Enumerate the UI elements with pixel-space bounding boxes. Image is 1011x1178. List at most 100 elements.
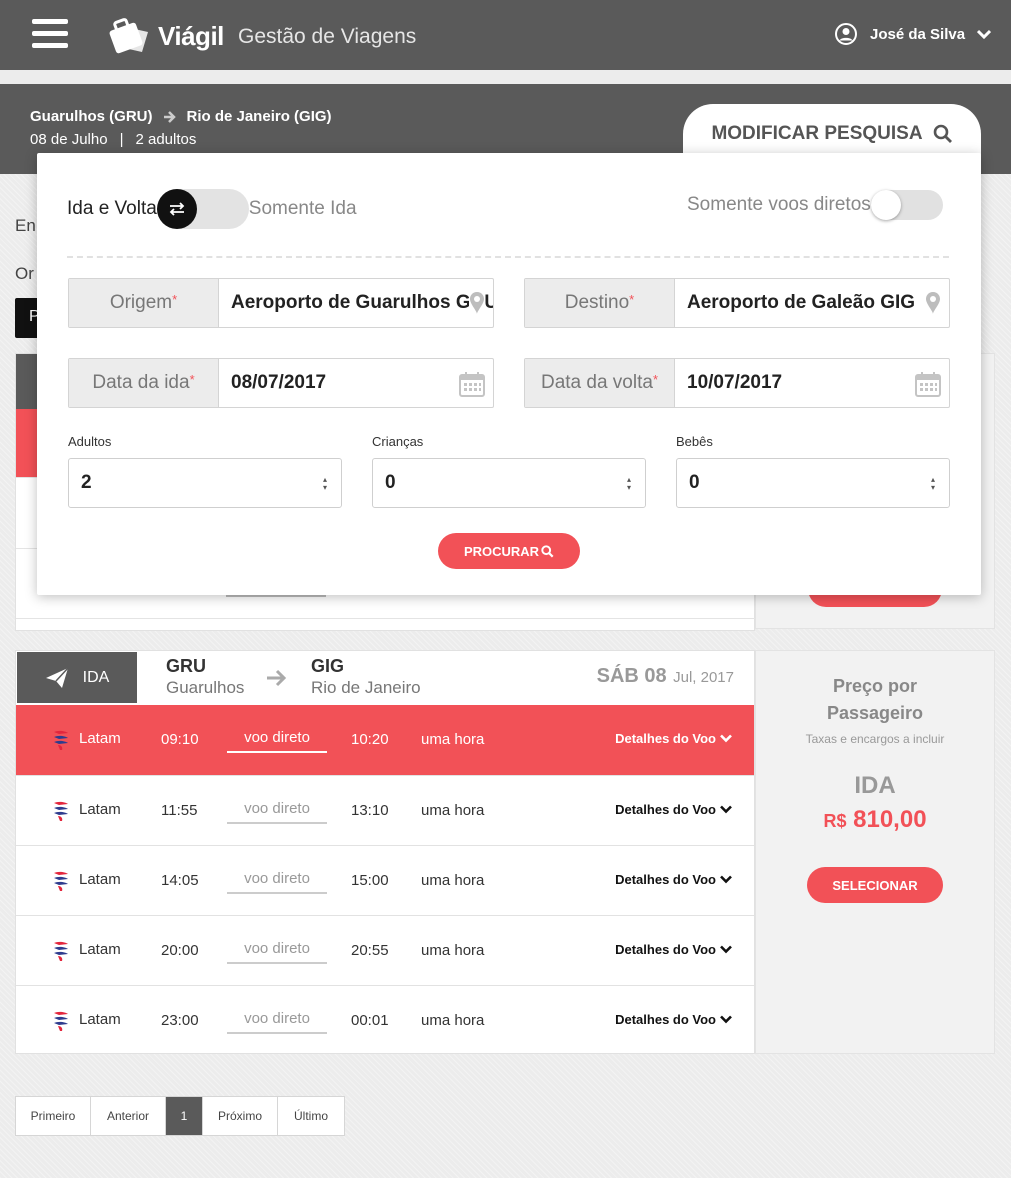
flight-details-label: Detalhes do Voo [615,731,716,746]
flight-date-month-year: Jul, 2017 [673,669,734,686]
pagination-last[interactable]: Último [278,1097,344,1135]
trip-type-toggle[interactable]: Ida e Volta Somente Ida [67,189,357,229]
flight-date-day: SÁB 08 [596,665,667,687]
search-form-panel: Ida e Volta Somente Ida Somente voos dir… [37,153,981,595]
flight-details-link[interactable]: Detalhes do Voo [615,872,732,887]
origin-field[interactable]: Origem * Aeroporto de Guarulhos GRU [68,278,494,328]
infants-select[interactable]: 0 ▴ ▾ [676,458,950,508]
menu-icon[interactable] [32,19,68,49]
chevron-down-icon [716,945,732,954]
direct-flights-toggle[interactable]: Somente voos diretos [687,190,943,220]
destination-field[interactable]: Destino * Aeroporto de Galeão GIG [524,278,950,328]
flight-row[interactable]: Latam 09:10 voo direto 10:20 uma hora Detalhe… [16,705,754,775]
flight-details-label: Detalhes do Voo [615,802,716,817]
children-value: 0 [385,472,396,493]
user-menu[interactable]: José da Silva [834,22,992,46]
depart-date-input[interactable]: 08/07/2017 [219,359,493,407]
flight-details-link[interactable]: Detalhes do Voo [615,802,732,817]
calendar-icon[interactable] [459,371,485,397]
flight-duration: uma hora [421,802,485,819]
route-summary: Guarulhos (GRU) Rio de Janeiro (GIG) [30,108,332,125]
airline-logo-icon [52,1010,70,1037]
origin-label-text: Origem [109,292,173,313]
brand-logo[interactable]: Viágil [108,16,224,56]
user-icon [835,23,857,45]
adults-label: Adultos [68,434,112,449]
pagination-next[interactable]: Próximo [203,1097,278,1135]
location-pin-icon [469,291,485,315]
swap-icon [156,189,197,229]
spinner-icon: ▴ ▾ [930,475,935,492]
return-date-label: Data da volta * [525,359,675,407]
stop-info: voo direto [227,729,327,753]
airline-logo-icon [52,800,70,827]
pagination-prev[interactable]: Anterior [91,1097,166,1135]
stop-info: voo direto [227,940,327,964]
background-text: Or [15,264,34,283]
chevron-down-icon [716,875,732,884]
flight-details-label: Detalhes do Voo [615,1012,716,1027]
summary-passengers: 2 adultos [135,131,197,148]
chevron-down-icon [716,734,732,743]
adults-select[interactable]: 2 ▴ ▾ [68,458,342,508]
outbound-results-card: IDA GRU Guarulhos GIG Rio de Janeiro SÁB… [15,650,755,1054]
flight-row[interactable]: Latam 20:00 voo direto 20:55 uma hora Detalhe… [16,915,754,985]
calendar-icon[interactable] [915,371,941,397]
required-mark: * [172,291,178,307]
arrival-time: 20:55 [351,942,389,959]
origin-city: Guarulhos [166,678,245,697]
required-mark: * [629,291,635,307]
flight-duration: uma hora [421,1012,485,1029]
departure-time: 14:05 [161,872,199,889]
depart-date-label-text: Data da ida [92,372,190,393]
summary-origin: Guarulhos (GRU) [30,108,153,125]
search-icon [933,124,952,143]
chevron-down-icon [716,1015,732,1024]
price-amount: R$ 810,00 [756,806,994,834]
round-trip-label[interactable]: Ida e Volta [67,198,157,220]
return-date-label-text: Data da volta [540,372,653,393]
trip-type-switch[interactable] [156,189,249,229]
destination-value: Aeroporto de Galeão GIG [687,292,916,313]
flight-row[interactable]: Latam 23:00 voo direto 00:01 uma hora Detalhe… [16,985,754,1055]
select-button[interactable]: SELECIONAR [807,867,943,903]
adults-value: 2 [81,472,92,493]
divider [226,595,326,597]
arrow-right-icon [163,110,176,123]
depart-date-value: 08/07/2017 [231,372,327,393]
direct-flights-label: Somente voos diretos [687,194,871,215]
return-date-input[interactable]: 10/07/2017 [675,359,949,407]
location-pin-icon [925,291,941,315]
depart-date-field[interactable]: Data da ida * 08/07/2017 [68,358,494,408]
search-icon [541,544,554,557]
direct-flights-switch[interactable] [870,190,943,220]
summary-details: 08 de Julho | 2 adultos [30,131,196,148]
return-date-field[interactable]: Data da volta * 10/07/2017 [524,358,950,408]
airline-logo-icon [52,940,70,967]
flight-details-link[interactable]: Detalhes do Voo [615,731,732,746]
pagination-first[interactable]: Primeiro [16,1097,91,1135]
flight-details-link[interactable]: Detalhes do Voo [615,942,732,957]
origin-input[interactable]: Aeroporto de Guarulhos GRU [219,279,493,327]
pagination-current[interactable]: 1 [166,1097,203,1135]
flight-duration: uma hora [421,731,485,748]
flight-details-link[interactable]: Detalhes do Voo [615,1012,732,1027]
search-button[interactable]: PROCURAR [438,533,580,569]
divider [67,256,949,258]
direction-tab: IDA [17,652,137,703]
origin-label: Origem * [69,279,219,327]
one-way-label[interactable]: Somente Ida [249,198,357,220]
infants-value: 0 [689,472,700,493]
departure-time: 20:00 [161,942,199,959]
brand-name: Viágil [158,20,224,51]
destination-label-text: Destino [564,292,630,313]
flight-row[interactable]: Latam 11:55 voo direto 13:10 uma hora Detalhe… [16,775,754,845]
flight-row[interactable]: Latam 14:05 voo direto 15:00 uma hora Detalhe… [16,845,754,915]
destination-label: Destino * [525,279,675,327]
destination-input[interactable]: Aeroporto de Galeão GIG [675,279,949,327]
airline-name: Latam [79,1011,121,1028]
departure-time: 09:10 [161,731,199,748]
required-mark: * [652,371,659,387]
airline-name: Latam [79,941,121,958]
children-select[interactable]: 0 ▴ ▾ [372,458,646,508]
